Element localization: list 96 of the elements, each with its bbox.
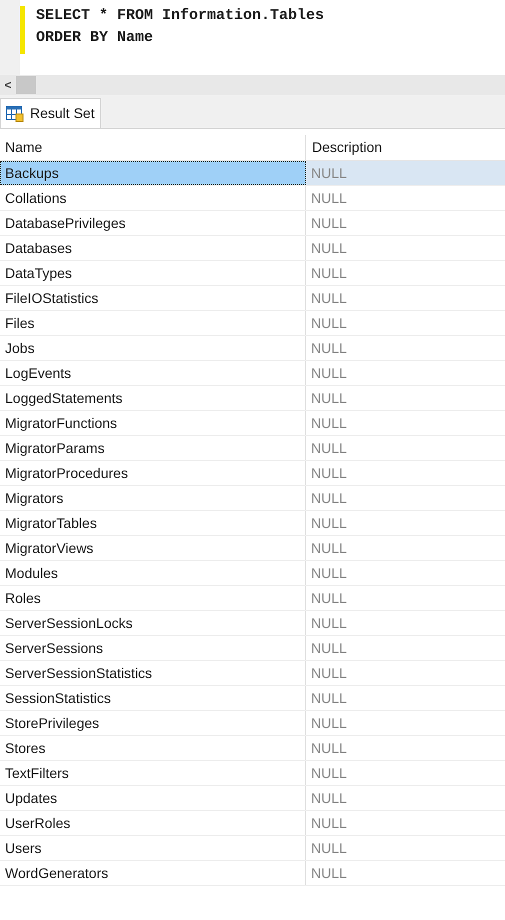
table-row[interactable]: ServerSessions NULL [0, 636, 505, 661]
table-row[interactable]: StorePrivileges NULL [0, 711, 505, 736]
table-row[interactable]: ServerSessionStatistics NULL [0, 661, 505, 686]
code-line: ORDER BY Name [36, 28, 154, 48]
table-cell: ServerSessionLocks [0, 611, 306, 635]
table-cell-text: NULL [310, 864, 348, 882]
table-row[interactable]: MigratorParams NULL [0, 436, 505, 461]
scroll-left-button[interactable]: < [0, 75, 16, 95]
table-cell: MigratorParams [0, 436, 306, 460]
table-cell-text: NULL [310, 814, 348, 832]
table-cell: Stores [0, 736, 306, 760]
column-header[interactable]: Name [0, 135, 306, 160]
table-row[interactable]: FileIOStatistics NULL [0, 286, 505, 311]
result-tab[interactable]: Result Set [0, 98, 101, 128]
table-cell-text: NULL [310, 238, 348, 258]
table-cell: FileIOStatistics [0, 286, 306, 310]
table-cell: DataTypes [0, 261, 306, 285]
table-row[interactable]: WordGenerators NULL [0, 861, 505, 886]
scrollbar-thumb[interactable] [16, 76, 36, 94]
table-row[interactable]: Collations NULL [0, 186, 505, 211]
table-row[interactable]: MigratorTables NULL [0, 511, 505, 536]
table-cell-text: NULL [310, 164, 348, 182]
column-header[interactable]: Description [306, 135, 505, 160]
table-cell-text: NULL [310, 464, 348, 482]
table-cell-text: NULL [310, 338, 348, 358]
table-cell: Updates [0, 786, 306, 810]
table-row[interactable]: MigratorProcedures NULL [0, 461, 505, 486]
table-cell-text: NULL [310, 564, 348, 582]
table-cell-text: NULL [310, 314, 348, 332]
table-cell: TextFilters [0, 761, 306, 785]
table-cell: DatabasePrivileges [0, 211, 306, 235]
table-row[interactable]: Stores NULL [0, 736, 505, 761]
table-cell: MigratorViews [0, 536, 306, 560]
table-row[interactable]: ServerSessionLocks NULL [0, 611, 505, 636]
table-cell-text: NULL [310, 764, 348, 782]
table-cell-text: NULL [310, 288, 348, 308]
table-cell-text: NULL [310, 514, 348, 532]
table-cell-text: NULL [310, 388, 348, 408]
table-cell: MigratorTables [0, 511, 306, 535]
grid-icon [6, 106, 24, 122]
table-row[interactable]: DatabasePrivileges NULL [0, 211, 505, 236]
table-cell-text: NULL [310, 638, 348, 658]
table-cell: Files [0, 311, 306, 335]
table-row[interactable]: Modules NULL [0, 561, 505, 586]
table-cell: Users [0, 836, 306, 860]
table-row[interactable]: Jobs NULL [0, 336, 505, 361]
table-cell: Jobs [0, 336, 306, 360]
table-cell-text: NULL [310, 714, 348, 732]
table-cell: Backups [0, 161, 306, 185]
table-cell: LogEvents [0, 361, 306, 385]
table-cell-text: NULL [310, 614, 348, 632]
table-cell: ServerSessions [0, 636, 306, 660]
table-cell: WordGenerators [0, 861, 306, 885]
table-cell: ServerSessionStatistics [0, 661, 306, 685]
table-cell-text: NULL [310, 688, 348, 708]
table-cell: Modules [0, 561, 306, 585]
table-cell: MigratorProcedures [0, 461, 306, 485]
table-cell: SessionStatistics [0, 686, 306, 710]
table-cell: Migrators [0, 486, 306, 510]
table-row[interactable]: MigratorViews NULL [0, 536, 505, 561]
table-cell-text: NULL [310, 838, 348, 858]
table-row[interactable]: Files NULL [0, 311, 505, 336]
table-cell: Databases [0, 236, 306, 260]
code-line: SELECT * FROM Information.Tables [36, 6, 324, 26]
table-cell-text: NULL [310, 588, 348, 608]
table-row[interactable]: LoggedStatements NULL [0, 386, 505, 411]
table-cell-text: NULL [310, 664, 348, 682]
table-row[interactable]: SessionStatistics NULL [0, 686, 505, 711]
table-row[interactable]: Roles NULL [0, 586, 505, 611]
table-cell: StorePrivileges [0, 711, 306, 735]
table-cell-text: NULL [310, 788, 348, 808]
table-row[interactable]: Users NULL [0, 836, 505, 861]
table-cell: Collations [0, 186, 306, 210]
table-cell-text: NULL [310, 738, 348, 758]
table-cell: MigratorFunctions [0, 411, 306, 435]
table-row[interactable]: UserRoles NULL [0, 811, 505, 836]
table-cell: Roles [0, 586, 306, 610]
table-row[interactable]: Updates NULL [0, 786, 505, 811]
table-cell-text: NULL [310, 264, 348, 282]
table-cell-text: NULL [310, 188, 348, 208]
change-marker [20, 6, 25, 54]
table-cell-text: NULL [310, 214, 348, 232]
table-row[interactable]: LogEvents NULL [0, 361, 505, 386]
table-cell-text: NULL [310, 538, 348, 558]
table-row[interactable]: Databases NULL [0, 236, 505, 261]
table-row[interactable]: Migrators NULL [0, 486, 505, 511]
table-row[interactable]: DataTypes NULL [0, 261, 505, 286]
table-cell-text: NULL [310, 364, 348, 382]
table-row[interactable]: MigratorFunctions NULL [0, 411, 505, 436]
table-cell: LoggedStatements [0, 386, 306, 410]
table-cell-text: NULL [310, 488, 348, 508]
table-cell-text: NULL [310, 438, 348, 458]
table-row[interactable]: Backups NULL [0, 161, 505, 186]
table-cell: UserRoles [0, 811, 306, 835]
table-row[interactable]: TextFilters NULL [0, 761, 505, 786]
table-cell-text: NULL [310, 414, 348, 432]
